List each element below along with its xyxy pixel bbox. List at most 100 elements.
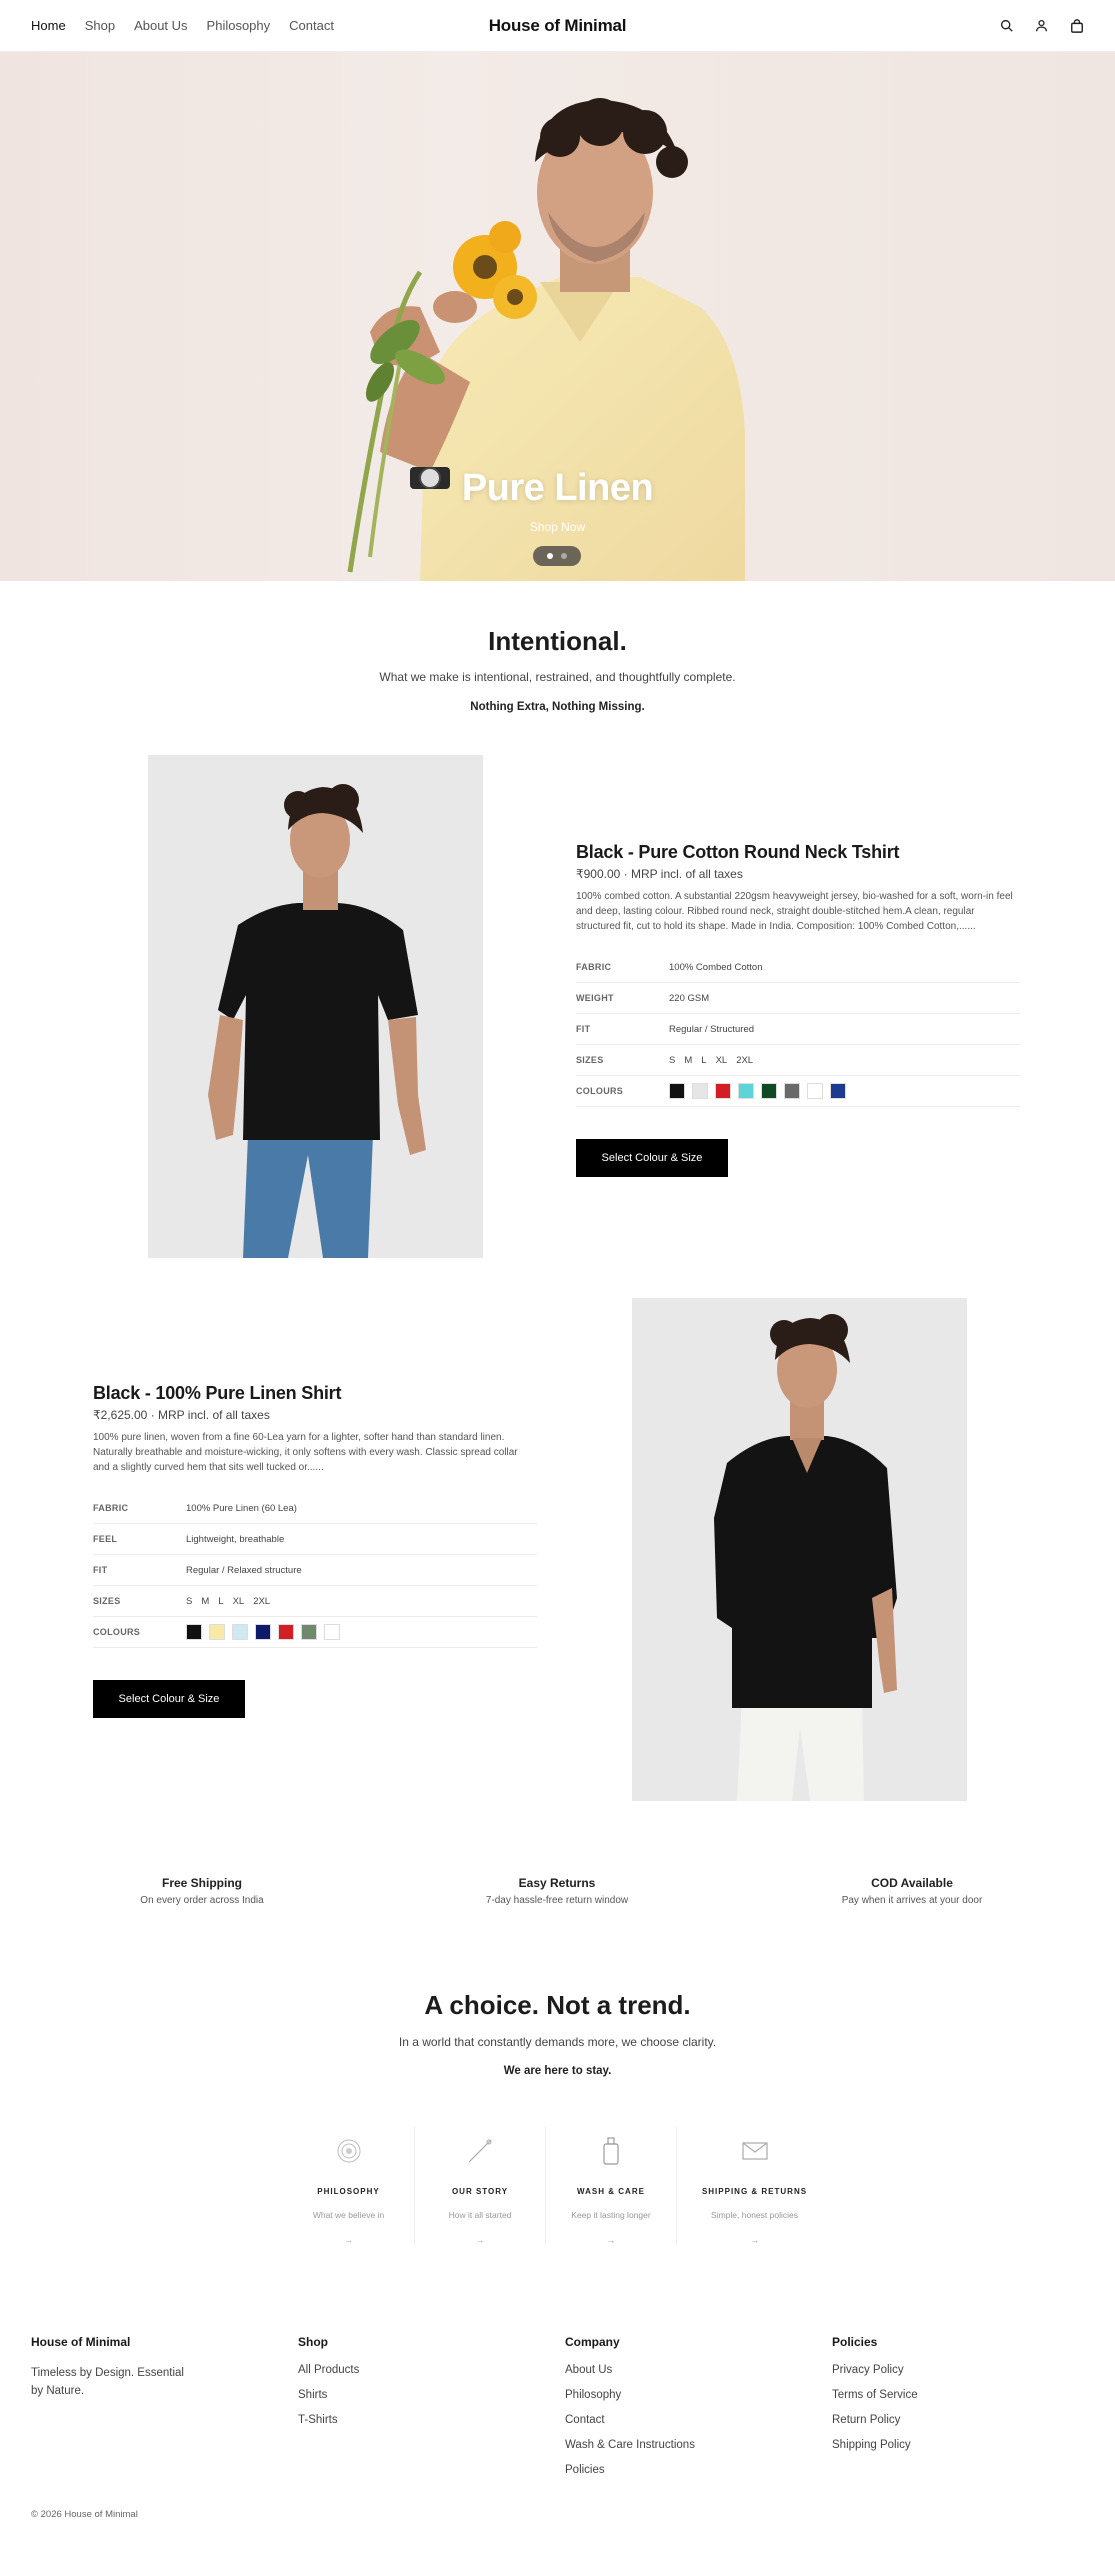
- card-title: WASH & CARE: [577, 2187, 645, 2196]
- spec-row: FIT Regular / Structured: [576, 1014, 1020, 1045]
- spec-key: FIT: [93, 1565, 108, 1575]
- footer-link[interactable]: Wash & Care Instructions: [565, 2439, 695, 2451]
- spec-key: COLOURS: [93, 1627, 141, 1637]
- hero-shop-now-link[interactable]: Shop Now: [0, 520, 1115, 534]
- footer-link[interactable]: Shirts: [298, 2389, 359, 2401]
- target-icon: [283, 2135, 414, 2167]
- footer-link[interactable]: Terms of Service: [832, 2389, 918, 2401]
- spec-value: Lightweight, breathable: [186, 1533, 285, 1545]
- card-shipping-returns[interactable]: SHIPPING & RETURNS Simple, honest polici…: [677, 2127, 832, 2245]
- colour-swatch[interactable]: [807, 1083, 823, 1099]
- footer-link[interactable]: Policies: [565, 2464, 695, 2476]
- colour-swatch[interactable]: [830, 1083, 846, 1099]
- colour-swatch[interactable]: [255, 1624, 271, 1640]
- arrow-right-icon: →: [606, 2235, 616, 2245]
- colour-swatch[interactable]: [186, 1624, 202, 1640]
- card-title: PHILOSOPHY: [317, 2187, 380, 2196]
- product-image-linen-shirt[interactable]: [632, 1298, 967, 1801]
- account-icon[interactable]: [1035, 19, 1048, 32]
- intro-title: Intentional.: [488, 626, 627, 656]
- colour-swatch[interactable]: [669, 1083, 685, 1099]
- nav-about[interactable]: About Us: [134, 18, 187, 33]
- size-option[interactable]: 2XL: [736, 1055, 753, 1066]
- footer-link[interactable]: Contact: [565, 2414, 695, 2426]
- site-logo[interactable]: House of Minimal: [489, 16, 627, 36]
- card-our-story[interactable]: OUR STORY How it all started →: [415, 2127, 546, 2245]
- search-icon[interactable]: [1000, 19, 1013, 32]
- size-option[interactable]: XL: [233, 1596, 245, 1607]
- card-text: What we believe in: [312, 2210, 385, 2220]
- colour-swatch[interactable]: [301, 1624, 317, 1640]
- spec-value: Regular / Structured: [669, 1023, 755, 1035]
- slide-dot[interactable]: [561, 553, 567, 559]
- footer-tagline: Timeless by Design. Essential by Nature.: [31, 2367, 184, 2397]
- nav-philosophy[interactable]: Philosophy: [207, 18, 271, 33]
- spec-key: FABRIC: [576, 962, 612, 972]
- arrow-right-icon: →: [475, 2235, 485, 2245]
- colour-swatch[interactable]: [738, 1083, 754, 1099]
- site-header: Home Shop About Us Philosophy Contact Ho…: [0, 0, 1115, 52]
- product-title[interactable]: Black - Pure Cotton Round Neck Tshirt: [576, 842, 1020, 863]
- spec-table: FABRIC 100% Pure Linen (60 Lea) FEEL Lig…: [93, 1493, 537, 1648]
- colour-swatch[interactable]: [278, 1624, 294, 1640]
- slide-dot-active[interactable]: [547, 553, 553, 559]
- colour-swatch[interactable]: [324, 1624, 340, 1640]
- product-image-tshirt[interactable]: [148, 755, 483, 1258]
- colour-swatch[interactable]: [692, 1083, 708, 1099]
- spec-key: FIT: [576, 1024, 591, 1034]
- footer-brand-name: House of Minimal: [31, 2335, 131, 2349]
- cart-icon[interactable]: [1070, 18, 1084, 33]
- colour-swatch[interactable]: [232, 1624, 248, 1640]
- card-text: Keep it lasting longer: [571, 2210, 651, 2220]
- select-colour-size-button[interactable]: Select Colour & Size: [93, 1680, 245, 1718]
- size-option[interactable]: L: [218, 1596, 223, 1607]
- intro-tagline: Nothing Extra, Nothing Missing.: [470, 701, 645, 713]
- colour-swatch[interactable]: [209, 1624, 225, 1640]
- card-text: How it all started: [448, 2210, 512, 2220]
- footer-link[interactable]: Shipping Policy: [832, 2439, 918, 2451]
- footer-link[interactable]: All Products: [298, 2364, 359, 2376]
- footer-shop: Shop All Products Shirts T-Shirts: [298, 2335, 359, 2439]
- nav-shop[interactable]: Shop: [85, 18, 115, 33]
- bottle-icon: [546, 2135, 676, 2167]
- card-title: SHIPPING & RETURNS: [701, 2187, 808, 2196]
- card-philosophy[interactable]: PHILOSOPHY What we believe in →: [283, 2127, 415, 2245]
- card-wash-care[interactable]: WASH & CARE Keep it lasting longer →: [546, 2127, 677, 2245]
- choice-subtitle: In a world that constantly demands more,…: [398, 2035, 717, 2049]
- footer-link[interactable]: Privacy Policy: [832, 2364, 918, 2376]
- size-option[interactable]: L: [701, 1055, 706, 1066]
- footer-link[interactable]: About Us: [565, 2364, 695, 2376]
- product-title[interactable]: Black - 100% Pure Linen Shirt: [93, 1383, 537, 1404]
- size-option[interactable]: XL: [716, 1055, 728, 1066]
- arrow-right-icon: →: [344, 2235, 353, 2245]
- size-option[interactable]: S: [669, 1055, 675, 1066]
- size-option[interactable]: M: [684, 1055, 692, 1066]
- choice-tagline: We are here to stay.: [503, 2065, 612, 2077]
- nav-home[interactable]: Home: [31, 18, 66, 33]
- size-option[interactable]: S: [186, 1596, 192, 1607]
- product-info-linen-shirt: Black - 100% Pure Linen Shirt ₹2,625.00 …: [93, 1383, 537, 1718]
- hero-slide-dots[interactable]: [533, 546, 581, 566]
- colour-swatch[interactable]: [761, 1083, 777, 1099]
- nav-contact[interactable]: Contact: [289, 18, 334, 33]
- feature-text: 7-day hassle-free return window: [485, 1895, 629, 1906]
- needle-icon: [415, 2135, 545, 2167]
- size-option[interactable]: M: [201, 1596, 209, 1607]
- spec-key: FABRIC: [93, 1503, 129, 1513]
- hero-banner[interactable]: Pure Linen Shop Now: [0, 52, 1115, 581]
- colour-swatch[interactable]: [715, 1083, 731, 1099]
- footer-brand: House of Minimal Timeless by Design. Ess…: [31, 2335, 191, 2400]
- feature-free-shipping: Free Shipping On every order across Indi…: [72, 1876, 332, 1906]
- footer-heading: Company: [565, 2335, 620, 2349]
- footer-link[interactable]: Return Policy: [832, 2414, 918, 2426]
- select-colour-size-button[interactable]: Select Colour & Size: [576, 1139, 728, 1177]
- choice-title: A choice. Not a trend.: [424, 1990, 691, 2020]
- spec-value: Regular / Relaxed structure: [186, 1564, 302, 1576]
- footer-link[interactable]: Philosophy: [565, 2389, 695, 2401]
- footer-company: Company About Us Philosophy Contact Wash…: [565, 2335, 695, 2489]
- colour-swatch[interactable]: [784, 1083, 800, 1099]
- footer-link[interactable]: T-Shirts: [298, 2414, 359, 2426]
- hero-title: Pure Linen: [461, 467, 654, 509]
- size-option[interactable]: 2XL: [253, 1596, 270, 1607]
- spec-value: 100% Pure Linen (60 Lea): [186, 1502, 297, 1514]
